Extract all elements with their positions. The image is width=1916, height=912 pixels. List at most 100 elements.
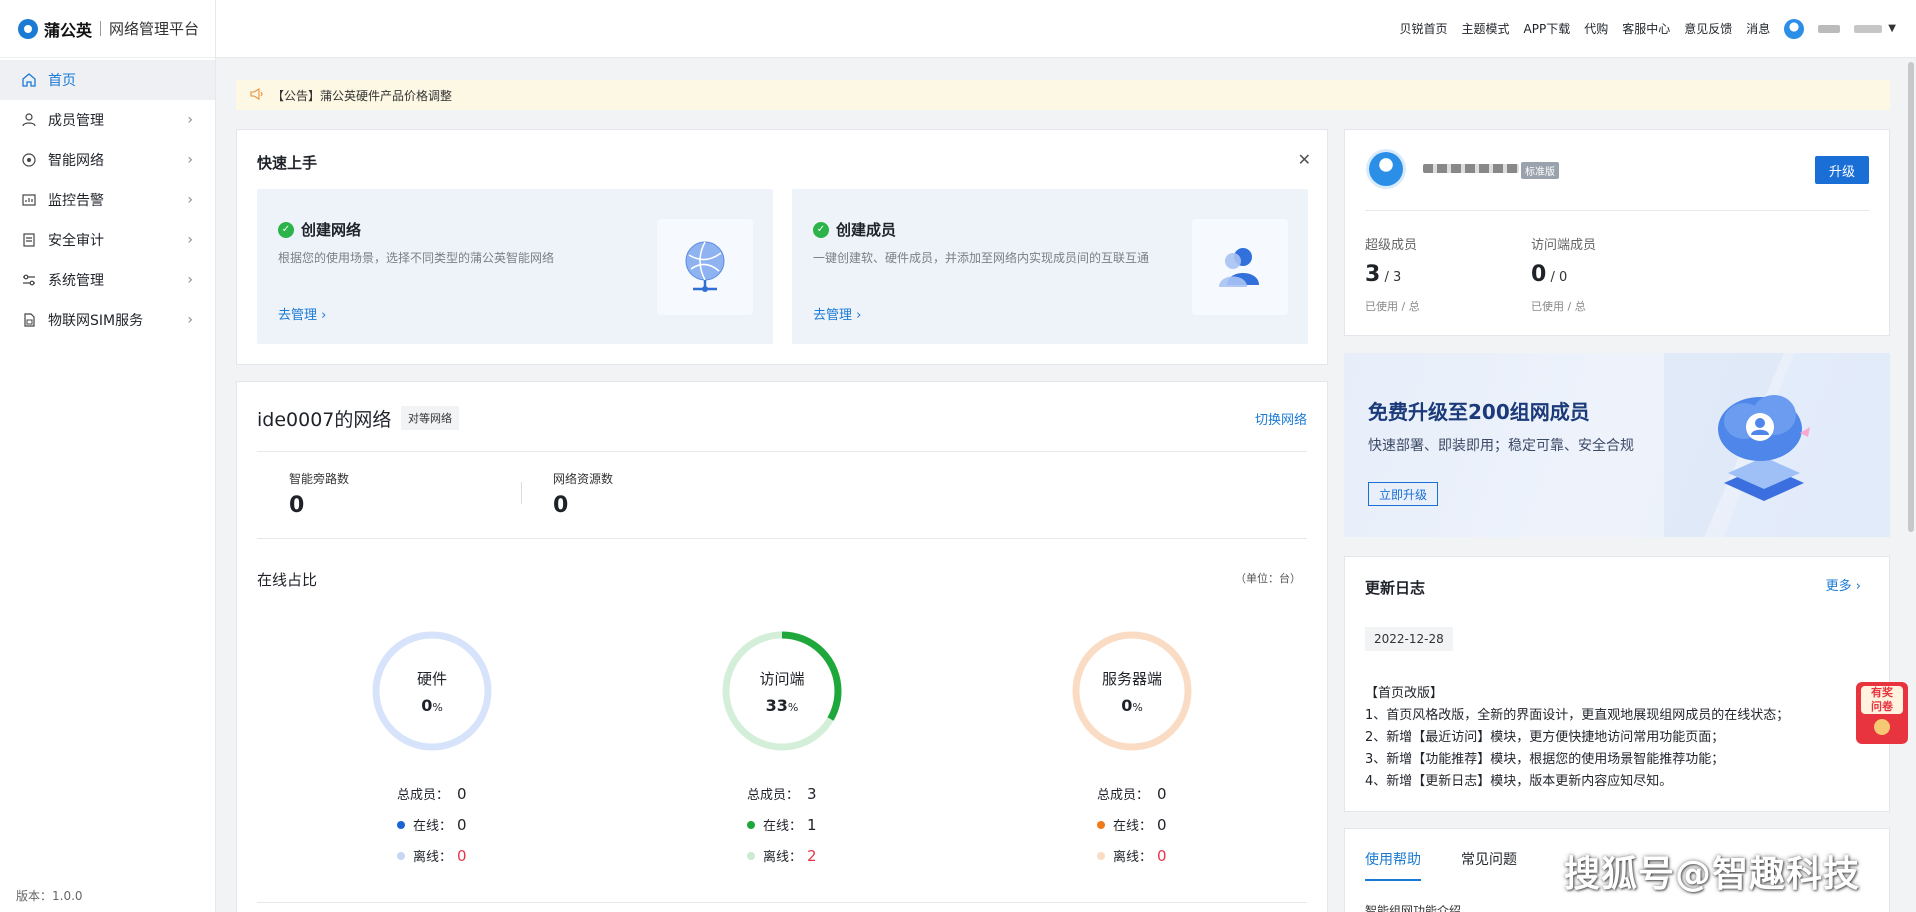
announcement-bar[interactable]: 【公告】蒲公英硬件产品价格调整 bbox=[236, 80, 1890, 110]
scrollbar-thumb[interactable] bbox=[1908, 62, 1914, 532]
offline-dot bbox=[1097, 851, 1105, 860]
settings-icon bbox=[20, 271, 38, 289]
legend-label: 在线： bbox=[1113, 819, 1153, 834]
survey-line: 问卷 bbox=[1871, 700, 1893, 713]
bypass-count-value: 0 bbox=[289, 493, 305, 518]
manage-network-link[interactable]: 去管理 › bbox=[278, 304, 326, 323]
upgrade-now-button[interactable]: 立即升级 bbox=[1368, 482, 1439, 506]
online-dot bbox=[397, 820, 405, 829]
online-dot bbox=[1097, 820, 1105, 829]
sidebar-item-monitor[interactable]: 监控告警 › bbox=[0, 180, 215, 220]
logo-subtitle: 网络管理平台 bbox=[109, 20, 200, 38]
account-redacted[interactable] bbox=[1854, 24, 1883, 33]
members-illustration-icon bbox=[1192, 219, 1288, 315]
network-card: ide0007的网络 对等网络 切换网络 智能旁路数 0 网络资源数 0 在线占… bbox=[236, 381, 1328, 912]
audit-icon bbox=[20, 231, 38, 249]
account-card: 标准版 升级 超级成员 3 / 3 已使用 / 总 访问端成员 0 / 0 已使… bbox=[1344, 129, 1890, 336]
header-link-theme[interactable]: 主题模式 bbox=[1462, 20, 1510, 37]
hardware-ring-chart: 硬件 0% bbox=[371, 630, 493, 752]
unit-label: （单位：台） bbox=[1235, 572, 1301, 585]
changelog-title: 更新日志 bbox=[1365, 579, 1426, 597]
sidebar-item-home[interactable]: 首页 bbox=[0, 60, 215, 100]
header-link-feedback[interactable]: 意见反馈 bbox=[1684, 20, 1732, 37]
legend-row-total: 总成员： 3 bbox=[747, 778, 817, 809]
online-ratio-title: 在线占比 bbox=[257, 571, 318, 589]
logo-icon bbox=[18, 18, 38, 39]
chevron-down-icon[interactable]: ▼ bbox=[1888, 23, 1896, 34]
link-label: 去管理 bbox=[278, 308, 318, 323]
sidebar-item-label: 成员管理 bbox=[48, 113, 104, 129]
ring-center: 服务器端 0% bbox=[1071, 630, 1193, 752]
survey-float-button[interactable]: 有奖 问卷 bbox=[1856, 682, 1908, 744]
watermark-text: 搜狐号@智趣科技 bbox=[1564, 854, 1861, 895]
changelog-line: 2、新增【最近访问】模块，更方便快捷地访问常用功能页面； bbox=[1365, 730, 1725, 745]
tile-heading: ✓ 创建成员 bbox=[813, 219, 896, 240]
tab-faq[interactable]: 常见问题 bbox=[1461, 849, 1517, 881]
used-value: 0 bbox=[1531, 262, 1547, 287]
sidebar-item-network[interactable]: 智能网络 › bbox=[0, 140, 215, 180]
client-members-label: 访问端成员 bbox=[1531, 238, 1597, 253]
used-total-caption: 已使用 / 总 bbox=[1365, 300, 1420, 313]
total-value: 3 bbox=[1392, 270, 1402, 285]
offline-dot bbox=[397, 851, 405, 860]
used-value: 3 bbox=[1365, 262, 1381, 287]
sidebar-item-members[interactable]: 成员管理 › bbox=[0, 100, 215, 140]
legend-label: 在线： bbox=[413, 819, 453, 834]
percent-sign: % bbox=[432, 700, 443, 714]
header-link-purchase[interactable]: 代购 bbox=[1584, 20, 1608, 37]
legend-row-online: 在线： 1 bbox=[747, 809, 817, 840]
avatar[interactable] bbox=[1784, 18, 1805, 39]
header-link-home[interactable]: 贝锐首页 bbox=[1400, 20, 1448, 37]
legend-label: 总成员： bbox=[397, 788, 450, 803]
header-link-messages[interactable]: 消息 bbox=[1746, 20, 1770, 37]
header-link-support[interactable]: 客服中心 bbox=[1622, 20, 1670, 37]
quickstart-tile-network: ✓ 创建网络 根据您的使用场景，选择不同类型的蒲公英智能网络 去管理 › bbox=[257, 189, 773, 344]
scrollbar[interactable] bbox=[1906, 58, 1914, 912]
tile-description: 根据您的使用场景，选择不同类型的蒲公英智能网络 bbox=[278, 251, 555, 265]
upgrade-promo-banner[interactable]: 免费升级至200组网成员 快速部署、即装即用；稳定可靠、安全合规 立即升级 bbox=[1344, 353, 1890, 537]
tile-description: 一键创建软、硬件成员，并添加至网络内实现成员间的互联互通 bbox=[813, 251, 1150, 265]
upgrade-button[interactable]: 升级 bbox=[1815, 156, 1869, 184]
sidebar-item-sim[interactable]: 物联网SIM服务 › bbox=[0, 300, 215, 340]
survey-line: 有奖 bbox=[1871, 686, 1893, 699]
sidebar-item-audit[interactable]: 安全审计 › bbox=[0, 220, 215, 260]
plan-badge: 标准版 bbox=[1521, 162, 1559, 179]
ring-label: 访问端 bbox=[759, 669, 805, 688]
manage-members-link[interactable]: 去管理 › bbox=[813, 304, 861, 323]
chevron-right-icon: › bbox=[187, 152, 193, 168]
sidebar-item-label: 物联网SIM服务 bbox=[48, 313, 144, 329]
tile-title: 创建成员 bbox=[836, 221, 897, 239]
sidebar-item-system[interactable]: 系统管理 › bbox=[0, 260, 215, 300]
quota-sep: / bbox=[1380, 270, 1393, 285]
ring-center: 硬件 0% bbox=[371, 630, 493, 752]
legend-row-offline: 离线： 0 bbox=[397, 840, 467, 871]
account-name-redacted bbox=[1423, 164, 1519, 173]
server-legend: 总成员： 0 在线： 0 离线： 0 bbox=[1097, 778, 1167, 871]
promo-subtitle: 快速部署、即装即用；稳定可靠、安全合规 bbox=[1368, 438, 1634, 454]
ring-percent: 0% bbox=[421, 696, 443, 715]
logo-divider bbox=[100, 21, 102, 36]
help-item[interactable]: 智能组网功能介绍 bbox=[1365, 902, 1461, 912]
username-redacted[interactable] bbox=[1818, 24, 1841, 33]
chevron-right-icon: › bbox=[187, 232, 193, 248]
ring-percent: 0% bbox=[1121, 696, 1143, 715]
tab-usage-help[interactable]: 使用帮助 bbox=[1365, 849, 1421, 881]
link-label: 去管理 bbox=[813, 308, 853, 323]
close-icon[interactable]: ✕ bbox=[1298, 150, 1311, 169]
legend-row-total: 总成员： 0 bbox=[1097, 778, 1167, 809]
tile-heading: ✓ 创建网络 bbox=[278, 219, 361, 240]
sidebar-item-label: 智能网络 bbox=[48, 153, 104, 169]
offline-dot bbox=[747, 851, 755, 860]
changelog-body: 【首页改版】 1、首页风格改版，全新的界面设计，更直观地展现组网成员的在线状态；… bbox=[1365, 683, 1789, 793]
check-icon: ✓ bbox=[278, 221, 294, 238]
quota-sep: / bbox=[1546, 270, 1559, 285]
header-link-app[interactable]: APP下载 bbox=[1524, 20, 1571, 37]
logo[interactable]: 蒲公英 网络管理平台 bbox=[0, 0, 215, 58]
home-icon bbox=[20, 71, 38, 89]
logo-brand: 蒲公英 bbox=[44, 20, 93, 40]
promo-title: 免费升级至200组网成员 bbox=[1368, 400, 1590, 424]
ring-center: 访问端 33% bbox=[721, 630, 843, 752]
more-link[interactable]: 更多 › bbox=[1826, 575, 1861, 594]
switch-network-link[interactable]: 切换网络 bbox=[1255, 409, 1307, 428]
changelog-card: 更新日志 更多 › 2022-12-28 【首页改版】 1、首页风格改版，全新的… bbox=[1344, 556, 1890, 812]
